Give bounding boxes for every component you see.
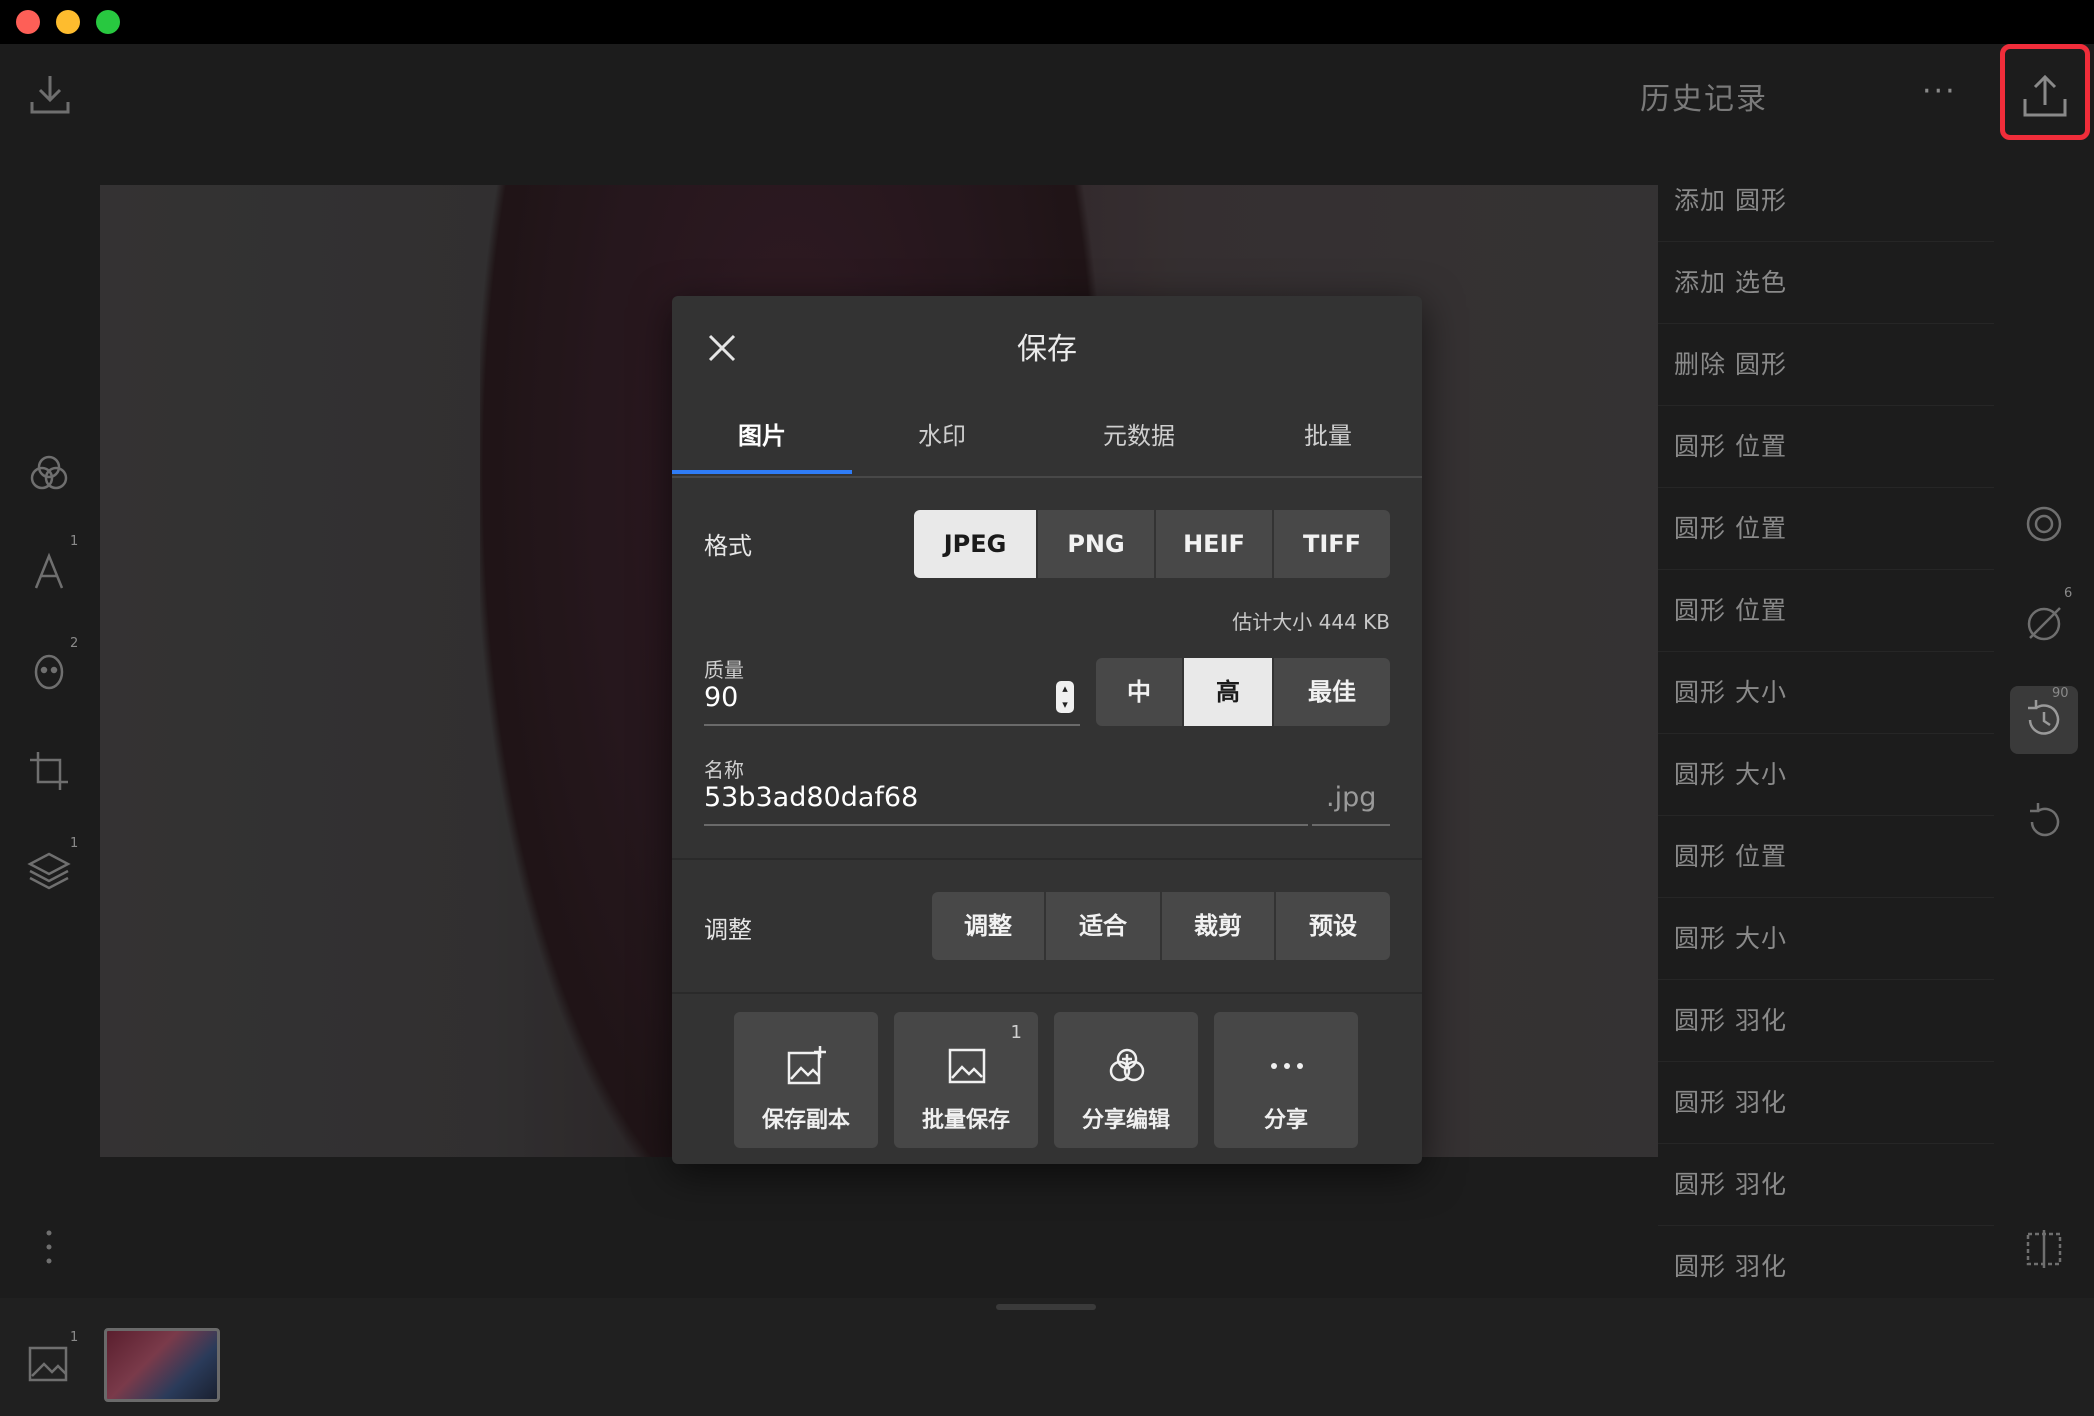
section-divider [672,992,1422,994]
filters-icon[interactable] [26,450,72,496]
resize-label: 调整 [704,916,752,944]
active-tab-indicator [672,470,852,474]
undo-icon[interactable] [2016,794,2072,850]
dialog-tabs: 图片 水印 元数据 批量 [672,396,1422,478]
selective-adjust-icon[interactable] [2016,496,2072,552]
estimated-size: 估计大小 444 KB [1232,610,1390,634]
filename-input[interactable]: 53b3ad80daf68 [704,782,918,813]
resize-fit-option[interactable]: 适合 [1046,892,1162,960]
retouch-face-icon[interactable] [26,648,72,694]
share-edits-label: 分享编辑 [1081,1108,1170,1133]
image-icon [948,1048,986,1084]
resize-adjust-option[interactable]: 调整 [932,892,1046,960]
quality-underline [704,724,1080,726]
save-copy-label: 保存副本 [761,1108,850,1133]
share-edits-button[interactable]: 分享编辑 [1054,1012,1198,1148]
more-menu-icon[interactable]: ··· [1922,74,1957,109]
dialog-title: 保存 [1017,332,1077,367]
close-window-button[interactable] [16,10,40,34]
share-label: 分享 [1263,1108,1308,1133]
export-button-highlight[interactable] [2000,44,2090,140]
history-item[interactable]: 圆形 羽化 [1658,1062,1994,1144]
batch-save-badge: 1 [1010,1022,1022,1043]
history-item[interactable]: 圆形 位置 [1658,816,1994,898]
format-selector: JPEG PNG HEIF TIFF [914,510,1390,578]
filmstrip [0,1298,2094,1416]
gallery-icon[interactable] [26,1344,72,1384]
image-plus-icon [787,1046,826,1085]
format-jpeg-option[interactable]: JPEG [914,510,1038,578]
quality-best-option[interactable]: 最佳 [1274,658,1390,726]
file-extension: .jpg [1326,782,1377,813]
batch-save-label: 批量保存 [921,1108,1010,1133]
more-tools-icon[interactable] [46,1230,52,1264]
share-button[interactable]: 分享 [1214,1012,1358,1148]
history-item[interactable]: 添加 圆形 [1658,160,1994,242]
layers-icon[interactable] [26,846,72,892]
retouch-badge: 2 [70,636,79,651]
resize-crop-option[interactable]: 裁剪 [1162,892,1276,960]
batch-save-button[interactable]: 1 批量保存 [894,1012,1038,1148]
quality-medium-option[interactable]: 中 [1096,658,1184,726]
format-heif-option[interactable]: HEIF [1156,510,1274,578]
tab-watermark[interactable]: 水印 [852,396,1032,476]
share-edits-icon [1109,1048,1145,1082]
text-tool-badge: 1 [70,534,79,549]
quality-high-option[interactable]: 高 [1184,658,1274,726]
history-item[interactable]: 圆形 羽化 [1658,980,1994,1062]
import-icon[interactable] [26,70,74,118]
history-item[interactable]: 圆形 位置 [1658,406,1994,488]
minimize-window-button[interactable] [56,10,80,34]
history-item[interactable]: 添加 选色 [1658,242,1994,324]
history-item[interactable]: 圆形 大小 [1658,898,1994,980]
export-icon[interactable] [2019,71,2071,119]
history-item[interactable]: 圆形 羽化 [1658,1144,1994,1226]
history-item[interactable]: 圆形 羽化 [1658,1226,1994,1308]
extension-underline [1312,824,1390,826]
format-png-option[interactable]: PNG [1038,510,1156,578]
quality-input[interactable]: 90 [704,682,738,713]
tab-image[interactable]: 图片 [672,396,852,476]
quality-stepper[interactable]: ▴ ▾ [1056,681,1074,713]
history-item[interactable]: 圆形 位置 [1658,570,1994,652]
resize-preset-option[interactable]: 预设 [1276,892,1390,960]
history-list: 添加 圆形 添加 选色 删除 圆形 圆形 位置 圆形 位置 圆形 位置 圆形 大… [1658,160,1994,1308]
save-copy-button[interactable]: 保存副本 [734,1012,878,1148]
zoom-window-button[interactable] [96,10,120,34]
format-label: 格式 [704,532,752,560]
layers-badge: 1 [70,836,79,851]
history-item[interactable]: 圆形 位置 [1658,488,1994,570]
compare-icon[interactable] [2016,1222,2072,1278]
history-item[interactable]: 圆形 大小 [1658,652,1994,734]
resize-options: 调整 适合 裁剪 预设 [932,892,1390,960]
brush-badge: 6 [2064,586,2073,601]
tab-batch[interactable]: 批量 [1238,396,1418,476]
quality-label: 质量 [704,658,744,682]
gallery-badge: 1 [70,1330,79,1345]
save-dialog: 保存 图片 水印 元数据 批量 格式 JPEG PNG HEIF TIFF 估计… [672,296,1422,1164]
filename-underline [704,824,1308,826]
tab-metadata[interactable]: 元数据 [1044,396,1234,476]
history-title: 历史记录 [1640,82,1768,117]
section-divider [672,858,1422,860]
history-badge: 90 [2052,686,2069,701]
quality-presets: 中 高 最佳 [1096,658,1390,726]
format-tiff-option[interactable]: TIFF [1274,510,1390,578]
brush-mask-icon[interactable] [2016,594,2072,650]
title-bar [0,0,2094,44]
crop-icon[interactable] [26,748,72,794]
image-thumbnail[interactable] [104,1328,220,1402]
name-label: 名称 [704,758,744,782]
filmstrip-drag-handle[interactable] [996,1304,1096,1310]
history-item[interactable]: 圆形 大小 [1658,734,1994,816]
text-tool-icon[interactable] [26,548,72,594]
ellipsis-icon [1271,1063,1303,1069]
history-item[interactable]: 删除 圆形 [1658,324,1994,406]
